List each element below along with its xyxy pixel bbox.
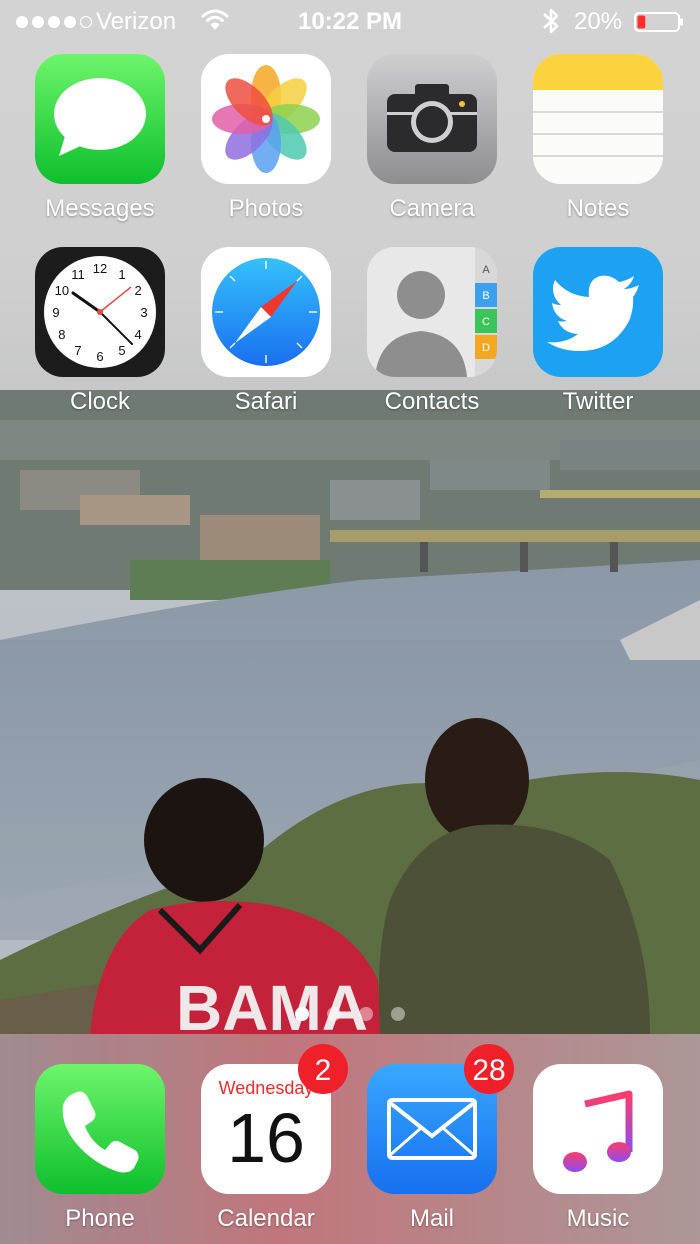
clock-icon[interactable]: 12 1 2 3 4 5 6 7 8 9 10 11 bbox=[35, 247, 165, 377]
phone-icon[interactable] bbox=[35, 1064, 165, 1194]
status-bar: Verizon 10:22 PM 20% bbox=[0, 0, 700, 44]
clock-numeral: 12 bbox=[93, 261, 107, 276]
clock-numeral: 8 bbox=[58, 327, 65, 342]
app-label: Safari bbox=[234, 388, 298, 415]
clock-numeral: 10 bbox=[55, 283, 69, 298]
app-camera[interactable]: Camera bbox=[364, 54, 500, 224]
battery-icon bbox=[634, 12, 683, 32]
clock-numeral: 1 bbox=[118, 267, 125, 282]
twitter-icon[interactable] bbox=[533, 247, 663, 377]
messages-icon[interactable] bbox=[35, 54, 165, 184]
app-messages[interactable]: Messages bbox=[32, 54, 168, 224]
page-dot[interactable] bbox=[327, 1007, 341, 1021]
dock-app-music[interactable]: Music bbox=[530, 1064, 666, 1234]
clock-numeral: 7 bbox=[74, 343, 81, 358]
app-label: Camera bbox=[389, 195, 475, 222]
app-photos[interactable]: Photos bbox=[198, 54, 334, 224]
app-label: Notes bbox=[566, 195, 630, 222]
bluetooth-icon bbox=[543, 8, 559, 34]
app-label: Music bbox=[566, 1205, 630, 1232]
photos-icon[interactable] bbox=[201, 54, 331, 184]
app-contacts[interactable]: A B C D Contacts bbox=[364, 247, 500, 417]
battery-percent: 20% bbox=[574, 8, 623, 35]
contacts-tab-c: C bbox=[482, 316, 490, 328]
app-twitter[interactable]: Twitter bbox=[530, 247, 666, 417]
contacts-icon[interactable]: A B C D bbox=[367, 247, 497, 377]
safari-icon[interactable] bbox=[201, 247, 331, 377]
dock-app-calendar[interactable]: Wednesday 16 2 Calendar bbox=[198, 1044, 348, 1234]
app-label: Calendar bbox=[217, 1205, 315, 1232]
app-label: Twitter bbox=[562, 388, 634, 415]
page-dot[interactable] bbox=[359, 1007, 373, 1021]
app-clock[interactable]: 12 1 2 3 4 5 6 7 8 9 10 11 Clock bbox=[32, 247, 168, 417]
app-label: Contacts bbox=[384, 388, 480, 415]
notification-badge: 2 bbox=[298, 1044, 348, 1094]
clock-numeral: 5 bbox=[118, 343, 125, 358]
app-label: Mail bbox=[409, 1205, 454, 1232]
contacts-tab-d: D bbox=[482, 342, 490, 354]
notes-icon[interactable] bbox=[533, 54, 663, 184]
app-label: Phone bbox=[65, 1205, 135, 1232]
page-indicator[interactable] bbox=[0, 1007, 700, 1021]
music-icon[interactable] bbox=[533, 1064, 663, 1194]
clock-numeral: 11 bbox=[71, 267, 85, 282]
contacts-tab-b: B bbox=[482, 290, 489, 302]
clock-numeral: 4 bbox=[134, 327, 141, 342]
contacts-tab-a: A bbox=[482, 264, 490, 276]
app-notes[interactable]: Notes bbox=[530, 54, 666, 224]
camera-icon[interactable] bbox=[367, 54, 497, 184]
clock-numeral: 6 bbox=[96, 349, 103, 364]
clock-numeral: 3 bbox=[140, 305, 147, 320]
notification-badge: 28 bbox=[464, 1044, 514, 1094]
clock-numeral: 9 bbox=[52, 305, 59, 320]
page-dot[interactable] bbox=[295, 1007, 309, 1021]
clock-numeral: 2 bbox=[134, 283, 141, 298]
dock-app-mail[interactable]: 28 Mail bbox=[364, 1044, 514, 1234]
app-label: Clock bbox=[69, 388, 130, 415]
app-safari[interactable]: Safari bbox=[198, 247, 334, 417]
page-dot[interactable] bbox=[391, 1007, 405, 1021]
app-label: Messages bbox=[45, 195, 155, 222]
calendar-date: 16 bbox=[227, 1099, 305, 1177]
app-label: Photos bbox=[228, 195, 304, 222]
dock-app-phone[interactable]: Phone bbox=[32, 1064, 168, 1234]
